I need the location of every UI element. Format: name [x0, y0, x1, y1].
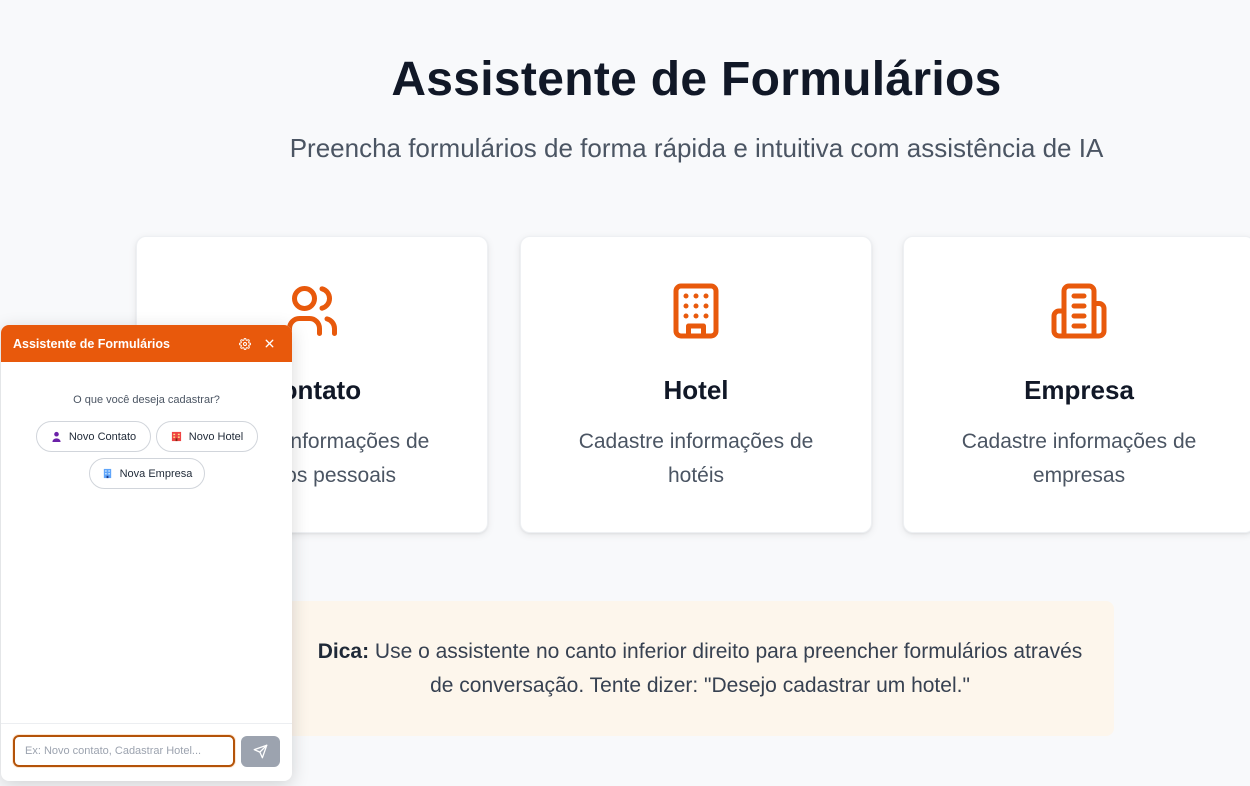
office-icon: [103, 468, 111, 479]
send-button[interactable]: [241, 736, 280, 767]
chip-label: Novo Hotel: [188, 430, 244, 443]
new-contact-button[interactable]: Novo Contato: [36, 421, 151, 452]
new-company-button[interactable]: Nova Empresa: [89, 458, 205, 489]
tip-text: Dica: Use o assistente no canto inferior…: [316, 635, 1084, 703]
chat-footer: [1, 723, 292, 781]
hotel-icon: [521, 281, 871, 341]
page: Assistente de Formulários Preencha formu…: [0, 0, 1250, 786]
building-icon: [904, 281, 1250, 341]
card-hotel[interactable]: Hotel Cadastre informações de hotéis: [520, 236, 872, 533]
settings-icon[interactable]: [234, 333, 256, 355]
chat-header: Assistente de Formulários: [1, 325, 292, 362]
tip-body: Use o assistente no canto inferior direi…: [369, 639, 1083, 697]
chat-input[interactable]: [13, 735, 235, 767]
card-description: Cadastre informações de hotéis: [578, 430, 814, 487]
chat-widget: Assistente de Formulários O que você des…: [1, 325, 292, 781]
hotel-icon: [171, 431, 181, 442]
page-subtitle: Preencha formulários de forma rápida e i…: [289, 133, 1104, 163]
chip-label: Novo Contato: [68, 430, 137, 443]
close-icon[interactable]: [258, 333, 280, 355]
card-title: Hotel: [663, 375, 729, 405]
chat-title: Assistente de Formulários: [13, 336, 170, 351]
card-empresa[interactable]: Empresa Cadastre informações de empresas: [903, 236, 1250, 533]
tip-label: Dica:: [317, 639, 370, 663]
send-icon: [253, 744, 268, 759]
person-icon: [52, 431, 61, 442]
card-title: Empresa: [1024, 375, 1134, 405]
card-description: Cadastre informações de empresas: [961, 430, 1197, 487]
tip-box: Dica: Use o assistente no canto inferior…: [286, 601, 1114, 736]
chat-prompt: O que você deseja cadastrar?: [73, 394, 220, 406]
new-hotel-button[interactable]: Novo Hotel: [156, 421, 258, 452]
page-title: Assistente de Formulários: [391, 53, 1002, 106]
chip-label: Nova Empresa: [119, 467, 193, 480]
